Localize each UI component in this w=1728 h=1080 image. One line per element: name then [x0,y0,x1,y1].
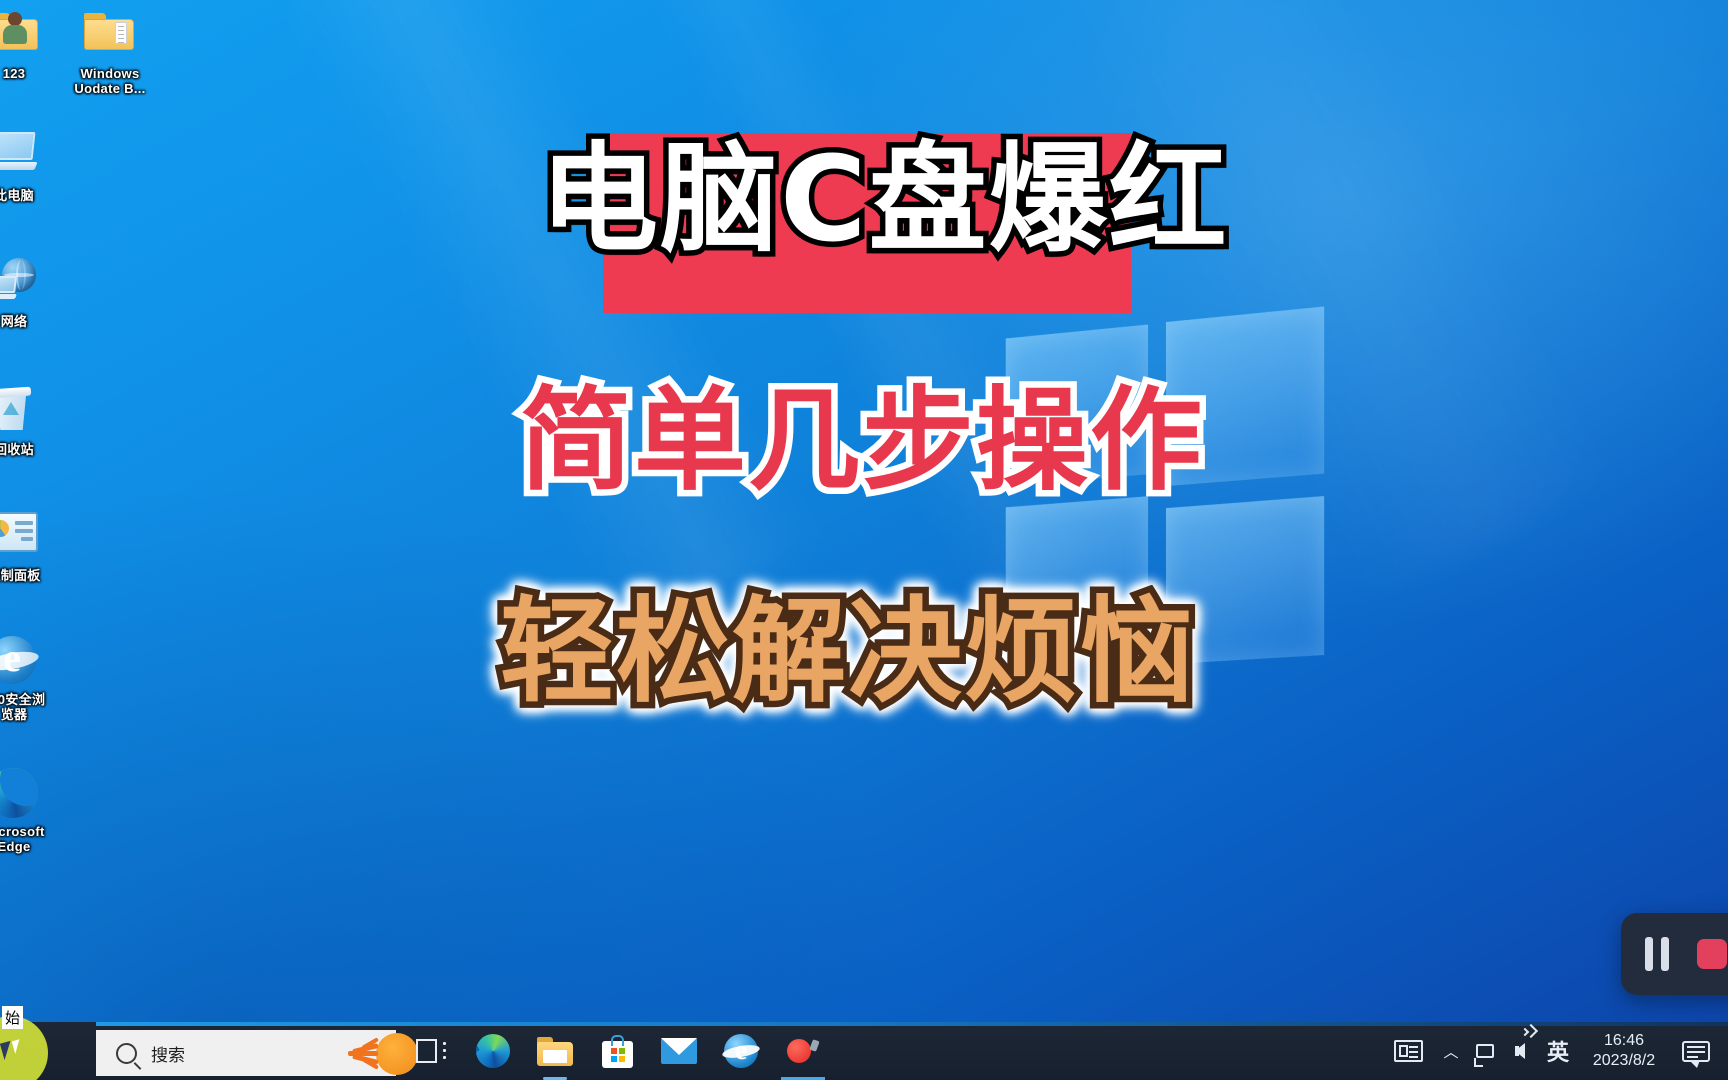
chat-button[interactable] [1670,1022,1722,1080]
desktop-icon-folder-windows-update-backup[interactable]: Windows Uodate B... [62,10,158,96]
desktop-icon-label: Microsoft Edge [0,824,62,854]
system-tray: ︿ 英 16:46 2023/8/2 [1382,1022,1728,1080]
search-icon [116,1043,137,1064]
record-dot-icon [787,1038,819,1064]
clock-date: 2023/8/2 [1593,1051,1655,1071]
desktop-icon-this-pc[interactable]: 此电脑 [0,132,62,203]
recycle-bin-icon [0,386,40,438]
task-view-icon [416,1039,446,1063]
edge-icon [476,1034,510,1068]
stop-button[interactable] [1697,939,1727,969]
taskbar-item-file-explorer[interactable] [524,1022,586,1080]
store-icon [602,1035,633,1068]
clock-time: 16:46 [1604,1031,1644,1051]
taskbar-item-task-view[interactable] [400,1022,462,1080]
volume-icon [1515,1043,1525,1059]
ie-icon [724,1034,758,1068]
desktop-icon-microsoft-edge[interactable]: Microsoft Edge [0,768,62,854]
taskbar: 始 搜索 e ︿ 英 16:46 2023/8/2 [0,1022,1728,1080]
ime-indicator[interactable]: 英 [1538,1022,1578,1080]
taskbar-item-mail[interactable] [648,1022,710,1080]
desktop-icon-folder-user-123[interactable]: 123 [0,10,62,81]
desktop-icon-grid: 123 Windows Uodate B... 此电脑 网络 回收站 制面板 e… [0,0,180,930]
ie-browser-icon [0,636,40,688]
network-button[interactable] [1468,1022,1502,1080]
desktop-icon-label: 此电脑 [0,188,62,203]
desktop-icon-label: Windows Uodate B... [62,66,158,96]
desktop-icon-label: 网络 [0,314,62,329]
show-hidden-icons-button[interactable]: ︿ [1434,1022,1468,1080]
desktop-icon-network[interactable]: 网络 [0,258,62,329]
desktop-wallpaper[interactable] [0,0,1728,1080]
network-globe-icon [0,258,40,310]
windows-logo-watermark [1000,313,1328,660]
edge-icon [0,768,40,820]
clock[interactable]: 16:46 2023/8/2 [1578,1022,1670,1080]
chat-icon [1682,1041,1710,1062]
desktop-icon-label: 回收站 [0,442,62,457]
desktop-icon-control-panel[interactable]: 控制面板 [0,512,62,583]
desktop-icon-360-browser[interactable]: 360安全浏 览器 [0,636,62,722]
volume-button[interactable] [1502,1022,1538,1080]
desktop-icon-label: 控制面板 [0,568,62,583]
desktop-screen: 123 Windows Uodate B... 此电脑 网络 回收站 制面板 e… [0,0,1728,1080]
computer-icon [0,132,40,184]
network-icon [1476,1044,1494,1058]
desktop-icon-label: 123 [0,66,62,81]
pause-button[interactable] [1645,937,1671,971]
taskbar-item-microsoft-edge[interactable] [462,1022,524,1080]
taskbar-pinned-apps [400,1022,834,1080]
folder-icon [537,1037,573,1066]
control-panel-icon [0,512,40,564]
start-button[interactable]: 始 [0,1022,96,1080]
desktop-icon-recycle-bin[interactable]: 回收站 [0,386,62,457]
news-and-interests-button[interactable] [1382,1022,1434,1080]
desktop-icon-label: 360安全浏 览器 [0,692,62,722]
taskbar-item-internet-explorer[interactable] [710,1022,772,1080]
folder-user-icon [0,10,40,62]
taskbar-item-screen-recorder[interactable] [772,1022,834,1080]
taskbar-item-microsoft-store[interactable] [586,1022,648,1080]
start-button-label: 始 [2,1006,23,1029]
volume-wave-icon [1524,1024,1538,1038]
folder-docs-icon [84,10,136,62]
network-status-indicator [1474,1058,1483,1067]
mail-icon [661,1038,697,1064]
search-placeholder: 搜索 [151,1041,185,1066]
news-icon [1394,1040,1423,1062]
screen-recorder-control-bar [1621,913,1728,995]
